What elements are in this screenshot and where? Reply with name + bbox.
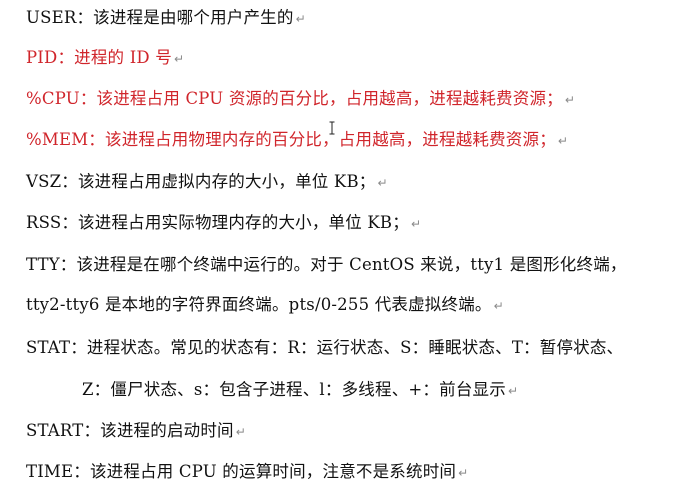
line-stat: STAT：进程状态。常见的状态有：R：运行状态、S：睡眠状态、T：暂停状态、	[26, 338, 623, 358]
line-text: PID：进程的 ID 号	[26, 48, 172, 67]
line-text: TTY：该进程是在哪个终端中运行的。对于 CentOS 来说，tty1 是图形化…	[26, 255, 627, 274]
paragraph-mark-icon: ↵	[410, 217, 422, 231]
paragraph-mark-icon: ↵	[493, 299, 504, 313]
paragraph-mark-icon: ↵	[507, 384, 519, 398]
paragraph-mark-icon: ↵	[174, 52, 185, 66]
line-user: USER：该进程是由哪个用户产生的 ↵	[26, 8, 306, 29]
paragraph-mark-icon: ↵	[295, 12, 306, 26]
paragraph-mark-icon: ↵	[458, 466, 469, 480]
paragraph-mark-icon: ↵	[564, 93, 576, 107]
line-cpu: %CPU：该进程占用 CPU 资源的百分比，占用越高，进程越耗费资源； ↵	[26, 89, 575, 110]
paragraph-mark-icon: ↵	[557, 134, 569, 148]
text-cursor-icon	[329, 121, 335, 135]
line-mem: %MEM：该进程占用物理内存的百分比，占用越高，进程越耗费资源； ↵	[26, 130, 568, 151]
line-pid: PID：进程的 ID 号 ↵	[26, 48, 184, 69]
line-stat-continued: Z：僵尸状态、s：包含子进程、l：多线程、+：前台显示 ↵	[82, 380, 518, 401]
line-text: STAT：进程状态。常见的状态有：R：运行状态、S：睡眠状态、T：暂停状态、	[26, 338, 624, 357]
line-vsz: VSZ：该进程占用虚拟内存的大小，单位 KB； ↵	[26, 172, 388, 193]
line-text: %CPU：该进程占用 CPU 资源的百分比，占用越高，进程越耗费资源；	[26, 89, 563, 108]
line-rss: RSS：该进程占用实际物理内存的大小，单位 KB； ↵	[26, 213, 421, 234]
line-text: %MEM：该进程占用物理内存的百分比，占用越高，进程越耗费资源；	[26, 130, 556, 149]
line-tty: TTY：该进程是在哪个终端中运行的。对于 CentOS 来说，tty1 是图形化…	[26, 255, 627, 275]
line-text: RSS：该进程占用实际物理内存的大小，单位 KB；	[26, 213, 409, 232]
line-text: START：该进程的启动时间	[26, 421, 234, 440]
line-start: START：该进程的启动时间 ↵	[26, 421, 246, 442]
line-time: TIME：该进程占用 CPU 的运算时间，注意不是系统时间 ↵	[26, 462, 468, 483]
line-tty-continued: tty2-tty6 是本地的字符界面终端。pts/0-255 代表虚拟终端。 ↵	[26, 295, 504, 316]
line-text: VSZ：该进程占用虚拟内存的大小，单位 KB；	[26, 172, 376, 191]
paragraph-mark-icon: ↵	[235, 425, 247, 439]
paragraph-mark-icon: ↵	[377, 176, 388, 190]
document-page: USER：该进程是由哪个用户产生的 ↵ PID：进程的 ID 号 ↵ %CPU：该进…	[0, 0, 694, 503]
line-text: USER：该进程是由哪个用户产生的	[26, 8, 294, 27]
line-text: tty2-tty6 是本地的字符界面终端。pts/0-255 代表虚拟终端。	[26, 295, 492, 314]
line-text: TIME：该进程占用 CPU 的运算时间，注意不是系统时间	[26, 462, 457, 481]
line-text: Z：僵尸状态、s：包含子进程、l：多线程、+：前台显示	[82, 380, 506, 399]
